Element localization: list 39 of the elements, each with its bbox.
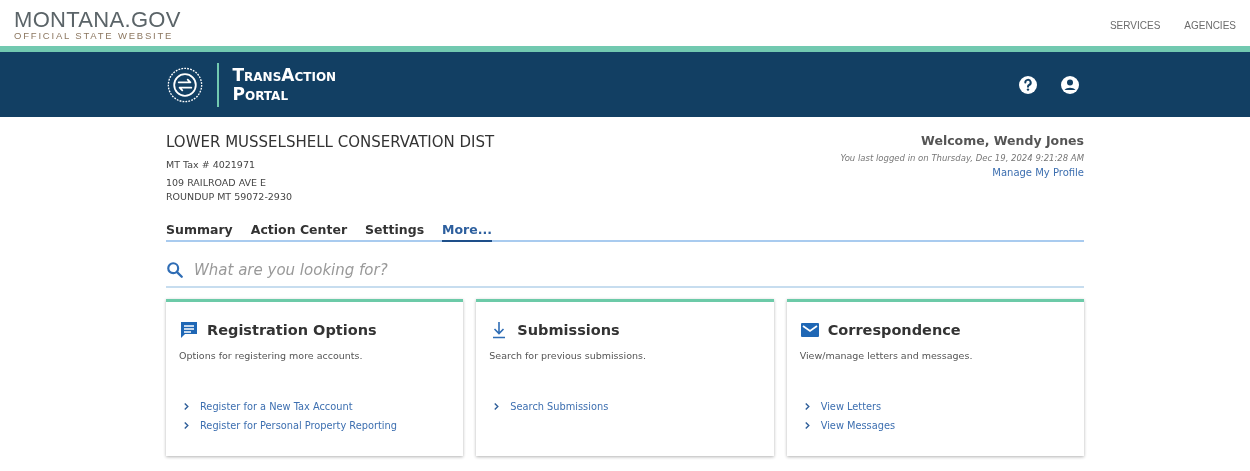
tab[interactable]: Summary — [166, 222, 233, 242]
nav-link[interactable]: SERVICES — [1109, 20, 1161, 31]
card-title: Submissions — [517, 322, 620, 338]
chat-icon — [179, 320, 199, 340]
search-icon — [166, 261, 184, 279]
account-name: LOWER MUSSELSHELL CONSERVATION DIST — [166, 133, 495, 151]
mail-icon — [799, 320, 820, 340]
tax-id: MT Tax # 4021971 — [166, 158, 256, 172]
tab[interactable]: Action Center — [250, 222, 348, 242]
card-title: Registration Options — [207, 322, 377, 338]
card-description: Options for registering more accounts. — [179, 350, 364, 361]
address-line: 109 RAILROAD AVE E — [166, 176, 268, 190]
portal-title: TransAction Portal — [232, 65, 337, 104]
seal-icon — [166, 66, 203, 103]
chevron-icon — [803, 421, 811, 430]
tab[interactable]: More... — [442, 222, 492, 242]
card-link[interactable]: Register for Personal Property Reporting — [200, 420, 397, 431]
site-logo-subtitle: OFFICIAL STATE WEBSITE — [14, 30, 175, 41]
profile-link[interactable]: Manage My Profile — [992, 167, 1084, 178]
card-link[interactable]: View Letters — [820, 401, 882, 412]
tab[interactable]: Settings — [365, 222, 425, 242]
card-link[interactable]: View Messages — [820, 420, 896, 431]
card-link[interactable]: Register for a New Tax Account — [200, 401, 353, 412]
address-line: ROUNDUP MT 59072-2930 — [166, 190, 293, 204]
search-field[interactable]: What are you looking for? — [192, 260, 1084, 280]
card-description: View/manage letters and messages. — [799, 350, 974, 361]
chevron-icon — [493, 402, 501, 411]
chevron-icon — [183, 421, 190, 430]
help-icon[interactable] — [1017, 74, 1038, 95]
card-description: Search for previous submissions. — [489, 350, 647, 361]
card-title: Correspondence — [827, 322, 961, 338]
account-icon[interactable] — [1059, 74, 1080, 95]
card-link[interactable]: Search Submissions — [510, 401, 609, 412]
site-logo-title[interactable]: MONTANA.GOV — [14, 10, 181, 30]
welcome-text: Welcome, Wendy Jones — [921, 133, 1084, 148]
chevron-icon — [803, 402, 811, 411]
last-login-text: You last logged in on Thursday, Dec 19, 2024 9:21:28 AM — [840, 153, 1084, 163]
nav-link[interactable]: AGENCIES — [1184, 20, 1236, 31]
chevron-icon — [183, 402, 190, 411]
